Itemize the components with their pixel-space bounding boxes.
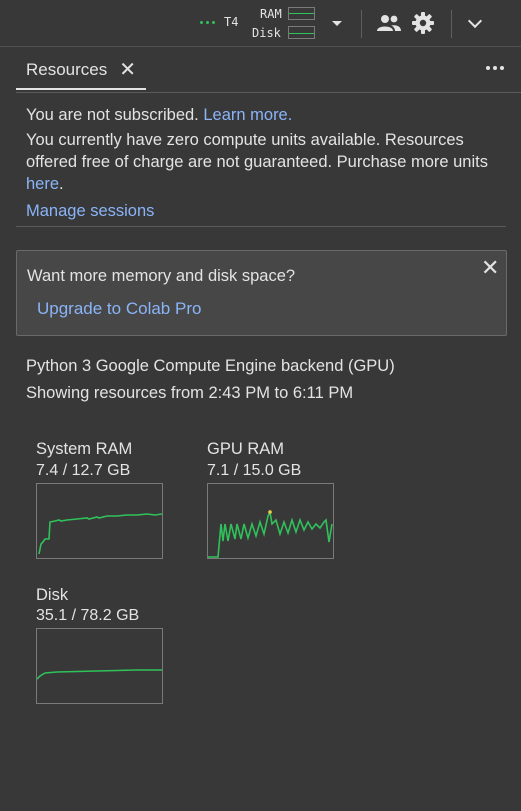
system-ram-value: 7.4 / 12.7 GB bbox=[36, 462, 131, 479]
tab-divider bbox=[16, 92, 521, 93]
manage-sessions-link[interactable]: Manage sessions bbox=[26, 202, 154, 220]
system-ram-line bbox=[38, 513, 162, 555]
runtime-status-icon bbox=[200, 21, 215, 24]
compute-units-info: You currently have zero compute units av… bbox=[26, 131, 488, 193]
gpu-ram-chart bbox=[207, 483, 334, 559]
tab-label: Resources bbox=[26, 60, 108, 79]
disk-title: Disk bbox=[36, 586, 69, 604]
top-toolbar: T4 RAM Disk bbox=[0, 0, 521, 46]
purchase-here-link[interactable]: here bbox=[26, 175, 59, 193]
resource-time-range: Showing resources from 2:43 PM to 6:11 P… bbox=[26, 384, 354, 402]
gpu-ram-value: 7.1 / 15.0 GB bbox=[207, 462, 302, 479]
backend-description: Python 3 Google Compute Engine backend (… bbox=[26, 357, 395, 375]
ram-label: RAM bbox=[260, 7, 282, 21]
gpu-ram-line bbox=[208, 509, 333, 558]
runtime-dropdown-icon[interactable] bbox=[332, 21, 342, 26]
share-people-icon[interactable] bbox=[376, 12, 402, 39]
system-ram-chart bbox=[36, 483, 163, 559]
close-icon[interactable]: ✕ bbox=[481, 257, 499, 279]
gear-icon[interactable] bbox=[411, 11, 435, 40]
more-options-icon[interactable] bbox=[486, 66, 504, 70]
subscription-status: You are not subscribed. Learn more. bbox=[26, 104, 496, 126]
compute-units-text: You currently have zero compute units av… bbox=[26, 131, 488, 171]
close-icon[interactable]: ✕ bbox=[119, 60, 136, 80]
section-divider bbox=[16, 226, 506, 227]
disk-mini-meter[interactable] bbox=[288, 26, 315, 39]
chevron-down-icon[interactable] bbox=[467, 13, 483, 29]
gpu-ram-title: GPU RAM bbox=[207, 440, 285, 458]
ram-mini-meter[interactable] bbox=[288, 7, 315, 20]
upgrade-colab-pro-link[interactable]: Upgrade to Colab Pro bbox=[37, 299, 201, 319]
manage-sessions-row: Manage sessions bbox=[26, 200, 496, 222]
subscription-text: You are not subscribed. bbox=[26, 106, 199, 124]
upgrade-promo-card: Want more memory and disk space? Upgrade… bbox=[16, 250, 507, 336]
tab-resources[interactable]: Resources ✕ bbox=[16, 52, 147, 90]
toolbar-divider bbox=[0, 46, 521, 47]
disk-line bbox=[37, 669, 162, 680]
gpu-ram-peak-marker bbox=[268, 510, 272, 514]
system-ram-title: System RAM bbox=[36, 440, 133, 458]
disk-chart bbox=[36, 628, 163, 704]
learn-more-link[interactable]: Learn more. bbox=[203, 106, 292, 124]
gpu-label[interactable]: T4 bbox=[224, 15, 238, 29]
disk-value: 35.1 / 78.2 GB bbox=[36, 607, 140, 624]
promo-title: Want more memory and disk space? bbox=[27, 267, 296, 285]
disk-label: Disk bbox=[252, 26, 281, 40]
